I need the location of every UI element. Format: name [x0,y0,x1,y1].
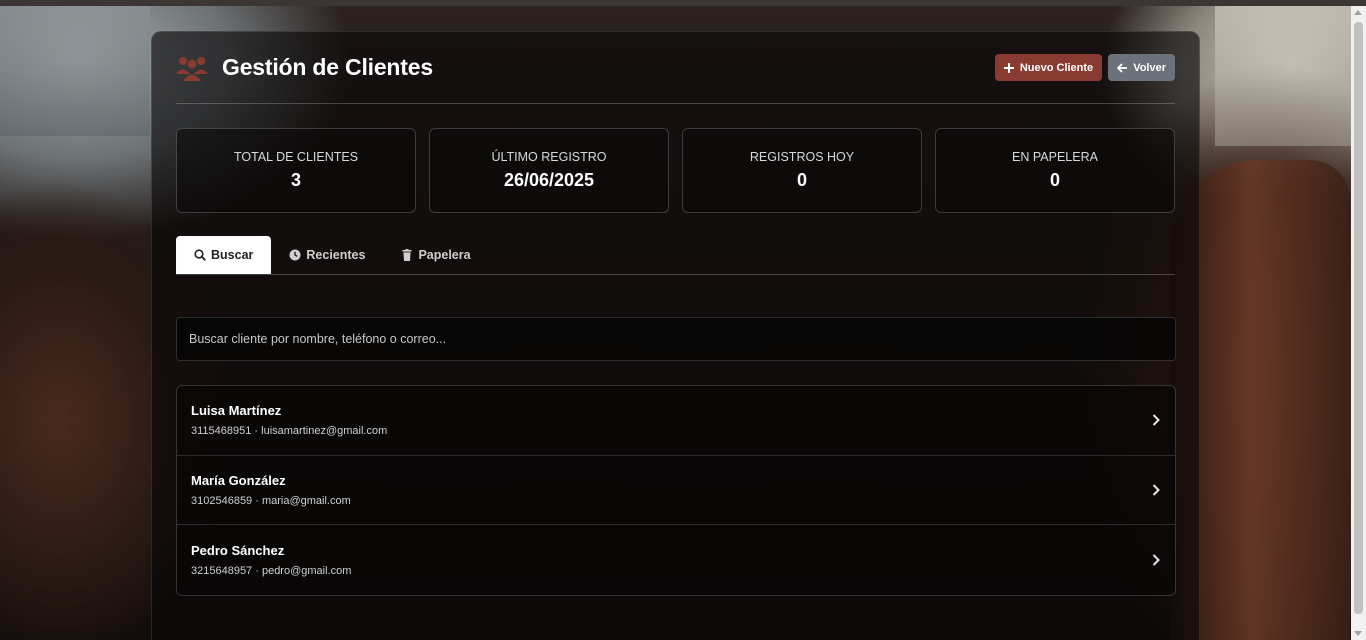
clients-panel: Gestión de Clientes Nuevo Cliente Volver… [151,31,1200,640]
scroll-thumb[interactable] [1354,22,1363,614]
client-details: 3115468951 · luisamartinez@gmail.com [191,425,388,438]
tab-recent-label: Recientes [306,248,366,262]
stat-registrations-today: Registros hoy 0 [682,128,922,213]
scroll-down-arrow-icon[interactable] [1354,631,1362,636]
panel-header: Gestión de Clientes Nuevo Cliente Volver [176,32,1175,104]
background-window-left [0,6,150,136]
background-window-right [1215,6,1355,146]
stat-value: 26/06/2025 [503,170,595,190]
stat-in-trash: En papelera 0 [935,128,1175,213]
stat-label: Último registro [491,150,607,164]
chevron-right-icon[interactable] [1151,483,1161,497]
client-details: 3215648957 · pedro@gmail.com [191,564,352,577]
page-title: Gestión de Clientes [222,54,433,80]
browser-top-strip [0,0,1366,6]
client-list: Luisa Martínez 3115468951 · luisamartine… [176,385,1176,596]
client-info: María González 3102546859 · maria@gmail.… [191,473,351,507]
tab-bar: Buscar Recientes Papelera [176,236,1175,275]
client-search-input[interactable] [176,317,1176,361]
stat-total-clients: Total de clientes 3 [176,128,416,213]
client-name: Pedro Sánchez [191,542,285,558]
client-row[interactable]: Pedro Sánchez 3215648957 · pedro@gmail.c… [177,525,1175,595]
page-scrollbar[interactable] [1351,6,1366,640]
arrow-left-icon [1117,62,1128,73]
client-name: María González [191,472,286,488]
stat-value: 0 [796,170,807,190]
users-icon [176,56,208,81]
stat-label: En papelera [1012,150,1098,164]
tab-recent[interactable]: Recientes [271,236,383,274]
stats-row: Total de clientes 3 Último registro 26/0… [176,128,1175,213]
stat-last-registration: Último registro 26/06/2025 [429,128,669,213]
header-title-group: Gestión de Clientes [176,54,433,82]
search-icon [194,249,206,261]
new-client-button[interactable]: Nuevo Cliente [994,54,1103,81]
header-actions: Nuevo Cliente Volver [994,54,1175,81]
trash-icon [402,249,412,261]
scroll-up-arrow-icon[interactable] [1354,10,1362,15]
clock-icon [289,249,301,261]
client-info: Pedro Sánchez 3215648957 · pedro@gmail.c… [191,543,351,577]
stat-label: Total de clientes [233,150,359,164]
plus-icon [1003,62,1014,73]
stat-label: Registros hoy [749,150,855,164]
client-name: Luisa Martínez [191,403,282,419]
chevron-right-icon[interactable] [1151,553,1161,567]
tab-search[interactable]: Buscar [176,236,272,274]
client-details: 3102546859 · maria@gmail.com [191,494,351,507]
client-row[interactable]: María González 3102546859 · maria@gmail.… [177,456,1175,525]
stat-value: 0 [1049,170,1060,190]
new-client-label: Nuevo Cliente [1019,61,1094,74]
client-info: Luisa Martínez 3115468951 · luisamartine… [191,403,387,437]
stat-value: 3 [290,170,301,190]
client-row[interactable]: Luisa Martínez 3115468951 · luisamartine… [177,386,1175,456]
tab-trash-label: Papelera [418,248,471,262]
back-button[interactable]: Volver [1108,54,1175,81]
back-label: Volver [1133,61,1166,74]
tab-trash[interactable]: Papelera [383,236,488,274]
chevron-right-icon[interactable] [1151,413,1161,427]
tab-search-label: Buscar [211,248,254,262]
